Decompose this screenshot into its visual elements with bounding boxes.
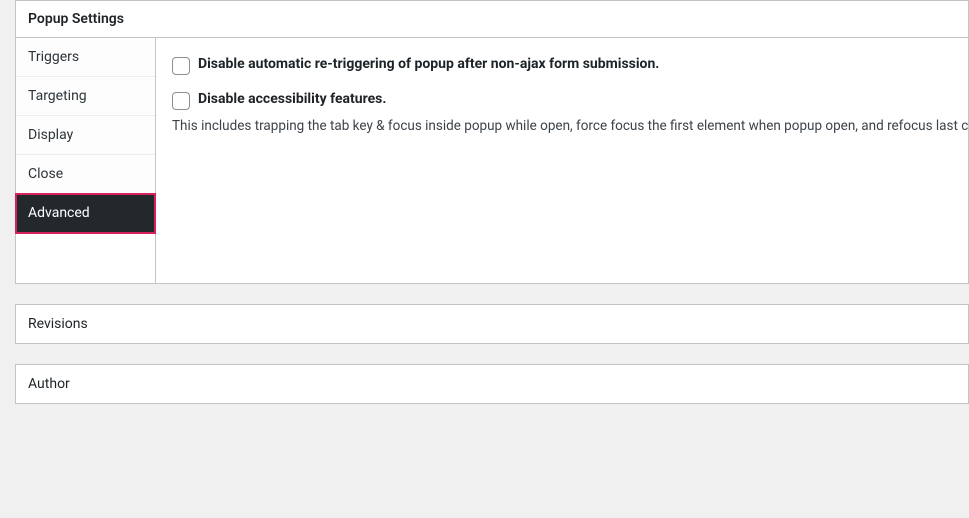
field-disable-accessibility: Disable accessibility features. This inc… [172, 91, 952, 136]
label-disable-accessibility[interactable]: Disable accessibility features. [198, 91, 386, 107]
tab-display[interactable]: Display [16, 116, 155, 155]
checkbox-disable-retrigger[interactable] [172, 57, 190, 75]
tab-content-advanced: Disable automatic re-triggering of popup… [156, 38, 968, 283]
tab-targeting[interactable]: Targeting [16, 77, 155, 116]
popup-settings-panel: Popup Settings Triggers Targeting Displa… [15, 0, 969, 284]
tab-close[interactable]: Close [16, 155, 155, 194]
revisions-title[interactable]: Revisions [16, 305, 968, 343]
description-disable-accessibility: This includes trapping the tab key & foc… [172, 116, 952, 136]
author-panel: Author [15, 364, 969, 404]
popup-settings-title: Popup Settings [16, 1, 968, 38]
revisions-panel: Revisions [15, 304, 969, 344]
checkbox-disable-accessibility[interactable] [172, 92, 190, 110]
author-title[interactable]: Author [16, 365, 968, 403]
popup-settings-body: Triggers Targeting Display Close Advance… [16, 38, 968, 283]
field-disable-retrigger: Disable automatic re-triggering of popup… [172, 56, 952, 75]
tab-advanced[interactable]: Advanced [16, 194, 155, 233]
settings-tabs-nav: Triggers Targeting Display Close Advance… [16, 38, 156, 283]
label-disable-retrigger[interactable]: Disable automatic re-triggering of popup… [198, 56, 659, 72]
tab-triggers[interactable]: Triggers [16, 38, 155, 77]
